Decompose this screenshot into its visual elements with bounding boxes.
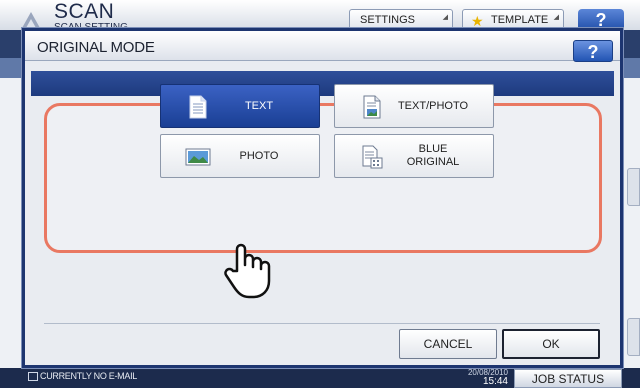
scan-app-icon bbox=[22, 12, 40, 28]
photo-mode-button[interactable]: PHOTO bbox=[160, 134, 320, 178]
status-time: 15:44 bbox=[482, 376, 508, 387]
template-label: TEMPLATE bbox=[491, 14, 549, 26]
corner-arrow-icon: ◢ bbox=[442, 14, 448, 21]
divider bbox=[44, 323, 600, 324]
dialog-help-button[interactable]: ? bbox=[573, 40, 613, 62]
app-title: SCAN bbox=[54, 0, 115, 23]
header-strip bbox=[0, 58, 22, 78]
settings-label: SETTINGS bbox=[360, 14, 416, 26]
text-photo-mode-button[interactable]: TEXT/PHOTO bbox=[334, 84, 494, 128]
mail-icon bbox=[28, 372, 38, 381]
blue-original-mode-button[interactable]: BLUE ORIGINAL bbox=[334, 134, 494, 178]
mode-selection-panel bbox=[44, 103, 602, 253]
ok-button[interactable]: OK bbox=[502, 329, 600, 359]
original-mode-dialog: ORIGINAL MODE ? TEXT TEXT/PHOTO PHOTO BL… bbox=[22, 28, 623, 368]
side-tab-button[interactable] bbox=[627, 318, 640, 356]
status-message: CURRENTLY NO E-MAIL bbox=[40, 371, 137, 381]
cancel-button[interactable]: CANCEL bbox=[399, 329, 497, 359]
blue-original-mode-label: BLUE ORIGINAL bbox=[406, 143, 460, 168]
text-mode-button[interactable]: TEXT bbox=[160, 84, 320, 128]
side-tab-button[interactable] bbox=[627, 168, 640, 206]
header-strip bbox=[623, 58, 640, 78]
text-photo-mode-label: TEXT/PHOTO bbox=[397, 99, 469, 112]
corner-arrow-icon: ◢ bbox=[553, 14, 559, 21]
photo-mode-label: PHOTO bbox=[239, 149, 279, 162]
job-status-button[interactable]: JOB STATUS bbox=[514, 369, 622, 388]
text-mode-label: TEXT bbox=[244, 99, 274, 112]
touch-hand-icon bbox=[224, 243, 271, 299]
dialog-title: ORIGINAL MODE bbox=[37, 39, 155, 56]
dialog-info-bar bbox=[31, 71, 614, 96]
dialog-title-bar: ORIGINAL MODE ? bbox=[25, 31, 620, 62]
